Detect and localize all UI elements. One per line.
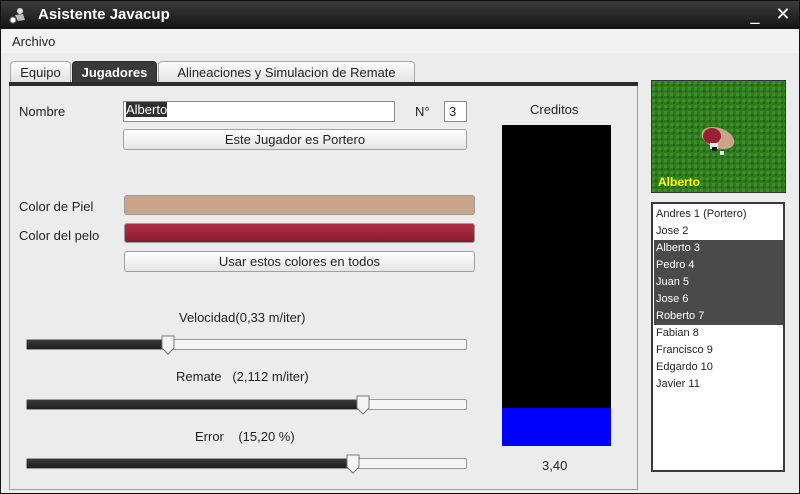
goalkeeper-button[interactable]: Este Jugador es Portero (123, 129, 467, 150)
error-slider-thumb[interactable] (346, 454, 360, 474)
shot-slider-fill (27, 400, 363, 409)
skin-color-label: Color de Piel (19, 199, 94, 214)
name-label: Nombre (19, 104, 66, 119)
tab-equipo[interactable]: Equipo (10, 61, 71, 83)
player-list[interactable]: Andres 1 (Portero) Jose 2 Alberto 3 Pedr… (651, 202, 785, 472)
close-icon[interactable]: ✕ (773, 5, 793, 25)
title-bar: Asistente Javacup _ ✕ (1, 1, 799, 29)
soccer-player-icon (9, 8, 25, 24)
menu-archivo[interactable]: Archivo (12, 34, 55, 49)
error-slider-fill (27, 459, 353, 468)
credits-bar (502, 125, 611, 446)
list-item[interactable]: Roberto 7 (654, 308, 783, 325)
minimize-icon[interactable]: _ (745, 5, 765, 25)
speed-slider-track[interactable] (26, 339, 467, 350)
list-item[interactable]: Jose 2 (654, 223, 783, 240)
name-input[interactable]: Alberto (123, 101, 395, 122)
hair-color-label: Color del pelo (19, 228, 100, 243)
credits-value: 3,40 (542, 458, 568, 473)
error-label: Error (15,20 %) (195, 429, 295, 444)
shot-slider-thumb[interactable] (356, 395, 370, 415)
list-item[interactable]: Andres 1 (Portero) (654, 206, 783, 223)
list-item[interactable]: Jose 6 (654, 291, 783, 308)
list-item[interactable]: Pedro 4 (654, 257, 783, 274)
speed-label: Velocidad(0,33 m/iter) (179, 310, 306, 325)
list-item[interactable]: Javier 11 (654, 376, 783, 393)
menu-bar: Archivo (1, 29, 799, 53)
hair-color-swatch[interactable] (124, 223, 475, 243)
tab-jugadores[interactable]: Jugadores (72, 61, 157, 83)
tab-alineaciones[interactable]: Alineaciones y Simulacion de Remate (158, 61, 415, 83)
number-input[interactable]: 3 (444, 101, 467, 122)
number-label: N° (415, 104, 430, 119)
preview-player-name: Alberto (658, 175, 700, 189)
list-item[interactable]: Francisco 9 (654, 342, 783, 359)
list-item[interactable]: Alberto 3 (654, 240, 783, 257)
list-item[interactable]: Edgardo 10 (654, 359, 783, 376)
shot-slider-track[interactable] (26, 399, 467, 410)
credits-fill (502, 408, 611, 446)
speed-slider-thumb[interactable] (161, 335, 175, 355)
window-title: Asistente Javacup (38, 6, 170, 23)
skin-color-swatch[interactable] (124, 195, 475, 215)
player-preview: Alberto (651, 80, 786, 193)
shot-label: Remate (2,112 m/iter) (176, 369, 309, 384)
list-item[interactable]: Fabian 8 (654, 325, 783, 342)
error-slider-track[interactable] (26, 458, 467, 469)
main-window: Asistente Javacup _ ✕ Archivo Equipo Jug… (0, 0, 800, 494)
credits-title: Creditos (530, 102, 579, 117)
speed-slider-fill (27, 340, 167, 349)
name-input-value: Alberto (126, 102, 168, 117)
list-item[interactable]: Juan 5 (654, 274, 783, 291)
use-colors-button[interactable]: Usar estos colores en todos (124, 251, 475, 272)
